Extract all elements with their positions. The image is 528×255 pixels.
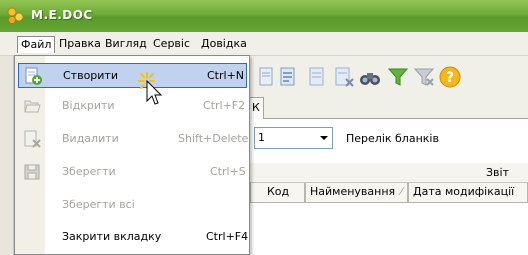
tab-strip [250, 97, 528, 119]
menu-item-close-tab-shortcut: Ctrl+F4 [206, 230, 249, 243]
app-window: M.E.DOC Файл Правка Вигляд Сервіс Довідк… [0, 0, 528, 255]
filter-icon[interactable] [386, 65, 410, 89]
tab-label: К [252, 101, 260, 114]
menu-item-save-all-label: Зберегти всі [62, 198, 135, 211]
menu-item-save[interactable]: Зберегти Ctrl+S [18, 160, 247, 185]
document-icon[interactable] [254, 65, 278, 89]
report-group-label: Звіт [486, 166, 509, 179]
app-logo-icon [7, 7, 24, 24]
save-disk-icon [24, 164, 40, 180]
menu-help[interactable]: Довідка [198, 36, 250, 53]
column-header-code[interactable]: Код [250, 183, 305, 203]
menu-item-open[interactable]: Відкрити Ctrl+F2 [18, 94, 247, 119]
combo-dropdown-button[interactable] [315, 128, 332, 148]
help-icon[interactable]: ? [438, 65, 462, 89]
menu-file[interactable]: Файл [17, 36, 56, 53]
svg-text:?: ? [446, 70, 454, 86]
document-list-icon[interactable] [276, 65, 300, 89]
binoculars-icon[interactable] [358, 65, 382, 89]
menu-view[interactable]: Вигляд [102, 36, 150, 53]
toolbar: ? [250, 58, 528, 94]
column-header-modified-date[interactable]: Дата модифікації [408, 183, 528, 203]
delete-document-icon [24, 130, 41, 148]
forms-list-label: Перелік бланків [346, 132, 439, 145]
column-header-modified-date-label: Дата модифікації [413, 185, 515, 198]
period-combo[interactable]: 1 [254, 127, 333, 149]
mouse-cursor-icon [138, 72, 163, 105]
combo-value: 1 [258, 131, 265, 144]
menu-item-create-label: Створити [63, 69, 118, 82]
menu-item-open-shortcut: Ctrl+F2 [203, 99, 246, 112]
open-folder-icon [24, 100, 41, 113]
column-header-name[interactable]: Найменування ⁄ [305, 183, 408, 203]
sort-indicator-icon: ⁄ [400, 185, 403, 198]
window-title: M.E.DOC [31, 8, 93, 22]
filter-clear-icon[interactable] [412, 65, 436, 89]
chevron-down-icon [320, 136, 328, 140]
menu-item-delete-shortcut: Shift+Delete [178, 132, 249, 145]
menu-item-save-all[interactable]: Зберегти всі [18, 193, 247, 218]
menu-item-delete[interactable]: Видалити Shift+Delete [18, 127, 249, 152]
menu-item-save-shortcut: Ctrl+S [210, 165, 246, 178]
menu-item-save-label: Зберегти [62, 165, 116, 178]
left-panel [0, 56, 14, 255]
menu-item-delete-label: Видалити [62, 132, 119, 145]
column-header-name-label: Найменування [310, 185, 396, 198]
title-bar: M.E.DOC [0, 0, 528, 32]
menu-service[interactable]: Сервіс [150, 36, 193, 53]
new-document-icon [25, 67, 42, 85]
menu-item-close-tab-label: Закрити вкладку [62, 230, 162, 243]
menu-item-open-label: Відкрити [62, 99, 115, 112]
menu-bar: Файл Правка Вигляд Сервіс Довідка [0, 32, 528, 56]
menu-item-create[interactable]: Створити Ctrl+N [18, 63, 247, 88]
tab-documents[interactable]: К [250, 97, 264, 119]
menu-item-create-shortcut: Ctrl+N [207, 69, 245, 82]
menu-item-close-tab[interactable]: Закрити вкладку Ctrl+F4 [18, 225, 249, 250]
column-header-code-label: Код [267, 185, 290, 198]
file-menu-dropdown: Створити Ctrl+N Відкрити Ctrl+F2 Видалит… [14, 55, 250, 255]
menu-edit[interactable]: Правка [56, 36, 104, 53]
document-edit-icon[interactable] [305, 65, 329, 89]
document-delete-icon[interactable] [332, 65, 356, 89]
